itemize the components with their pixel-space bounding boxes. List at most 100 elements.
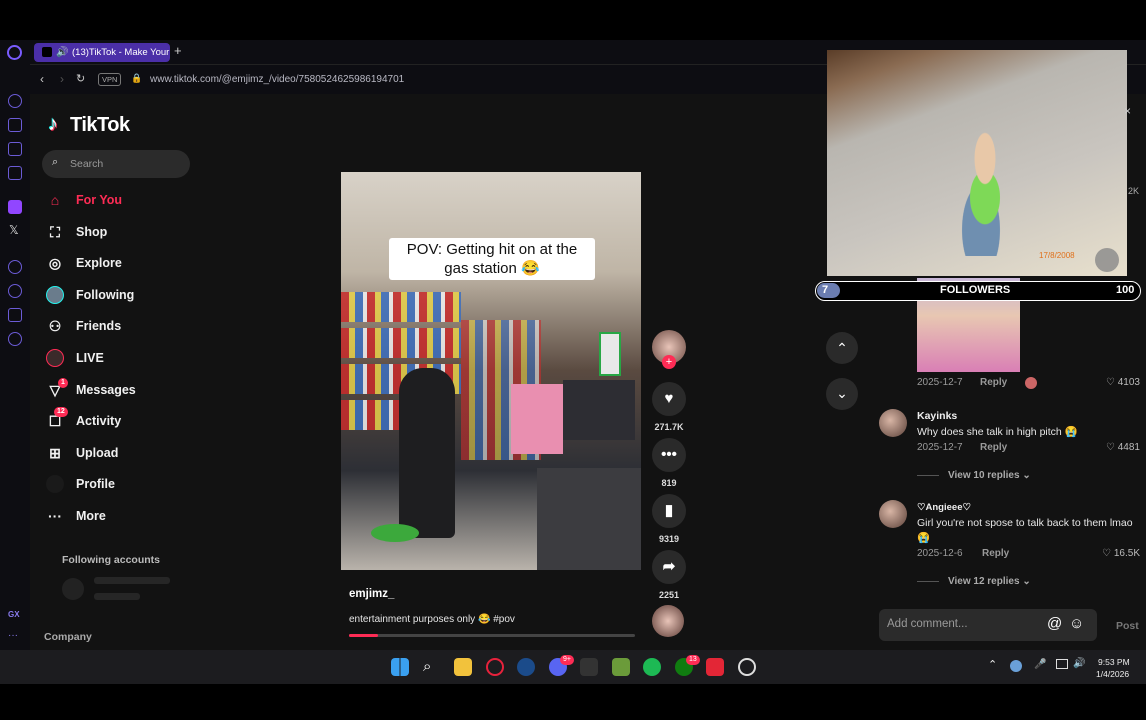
messenger-icon[interactable] — [8, 166, 22, 180]
reply-link[interactable]: Reply — [982, 548, 1009, 559]
vpn-badge[interactable]: VPN — [98, 73, 122, 86]
extensions-icon[interactable] — [8, 308, 22, 322]
nav-label: More — [76, 509, 106, 523]
workspace-icon[interactable] — [8, 118, 22, 132]
clock-time[interactable]: 9:53 PM — [1098, 657, 1130, 667]
tiktok-logo[interactable]: TikTok — [70, 114, 130, 137]
emoji-icon[interactable]: ☺ — [1069, 615, 1084, 632]
x-icon[interactable]: 𝕏 — [9, 223, 19, 237]
view-replies-link[interactable]: View 12 replies ⌄ — [948, 576, 1031, 587]
nav-label: Explore — [76, 256, 122, 270]
company-link[interactable]: Company — [44, 631, 92, 643]
clock-date[interactable]: 1/4/2026 — [1096, 669, 1129, 679]
comment-like-count[interactable]: ♡ 4481 — [1086, 442, 1140, 453]
forward-icon[interactable]: › — [60, 72, 64, 86]
nav-friends[interactable]: ⚇ Friends — [46, 314, 121, 338]
comment-like-count[interactable]: ♡ 16.5K — [1086, 548, 1140, 559]
comment-input[interactable]: Add comment... @ ☺ — [879, 609, 1097, 641]
video-player[interactable]: POV: Getting hit on at the gas station 😂 — [341, 172, 641, 570]
like-action[interactable]: ♥ 271.7K — [650, 382, 688, 432]
history-icon[interactable] — [8, 284, 22, 298]
roblox-icon[interactable] — [706, 658, 724, 676]
more-sidebar-icon[interactable]: ··· — [8, 630, 18, 641]
spotify-icon[interactable] — [643, 658, 661, 676]
reply-link[interactable]: Reply — [980, 442, 1007, 453]
nav-shop[interactable]: ⛶ Shop — [46, 220, 107, 244]
compass-icon: ◎ — [48, 255, 62, 271]
comment-like-count[interactable]: ♡ 4103 — [1086, 377, 1140, 388]
counter — [537, 468, 641, 570]
next-video-button[interactable]: ⌄ — [826, 378, 858, 410]
reload-icon[interactable]: ↻ — [76, 72, 85, 85]
back-icon[interactable]: ‹ — [40, 72, 44, 86]
tray-app-icon[interactable] — [1010, 660, 1022, 672]
save-action[interactable]: ▮ 9319 — [650, 494, 688, 544]
following-accounts-heading: Following accounts — [62, 554, 161, 566]
nav-for-you[interactable]: ⌂ For You — [46, 188, 122, 212]
opera-gx-icon[interactable] — [486, 658, 504, 676]
pinboard-icon[interactable] — [8, 142, 22, 156]
heart-icon[interactable]: ♥ — [652, 382, 686, 416]
mic-icon[interactable]: 🎤 — [1034, 659, 1046, 670]
video-progress-track[interactable] — [349, 634, 635, 637]
share-action[interactable]: ➦ 2251 — [650, 550, 688, 600]
url-field[interactable]: www.tiktok.com/@emjimz_/video/7580524625… — [150, 74, 404, 85]
nav-messages[interactable]: ▽ 1 Messages — [46, 378, 136, 402]
aria-icon[interactable] — [8, 94, 22, 108]
speaker-icon[interactable]: 🔊 — [56, 43, 68, 62]
tab-tiktok[interactable]: 🔊 (13)TikTok - Make Your — [34, 43, 170, 62]
gx-label-icon[interactable]: GX — [8, 610, 20, 619]
settings-gear-icon[interactable] — [8, 332, 22, 346]
loading-line — [94, 577, 170, 584]
share-arrow-icon[interactable]: ➦ — [652, 550, 686, 584]
nav-following[interactable]: Following — [46, 283, 134, 307]
player-icon[interactable] — [8, 260, 22, 274]
person-figure — [399, 368, 455, 538]
previous-video-button[interactable]: ⌃ — [826, 332, 858, 364]
loading-avatar — [62, 578, 84, 600]
nav-live[interactable]: LIVE — [46, 346, 104, 370]
tiktok-logo-icon[interactable]: ♪ — [48, 114, 65, 134]
commenter-avatar[interactable] — [879, 500, 907, 528]
new-tab-button[interactable]: + — [174, 43, 182, 58]
friends-icon: ⚇ — [48, 318, 62, 334]
view-replies-link[interactable]: View 10 replies ⌄ — [948, 470, 1031, 481]
search-input[interactable]: ⌕ Search — [42, 150, 190, 178]
bookmark-icon[interactable]: ▮ — [652, 494, 686, 528]
epic-games-icon[interactable] — [580, 658, 598, 676]
chevron-up-icon[interactable]: ⌃ — [988, 658, 997, 671]
file-explorer-icon[interactable] — [454, 658, 472, 676]
divider-line — [917, 581, 939, 582]
nav-activity[interactable]: ☐ 12 Activity — [46, 407, 121, 433]
windows-start-icon[interactable] — [391, 658, 409, 676]
commenter-name[interactable]: Kayinks — [917, 410, 957, 422]
nav-label: For You — [76, 193, 123, 207]
nav-profile[interactable]: Profile — [46, 472, 115, 496]
followers-label: FOLLOWERS — [940, 284, 1011, 296]
twitch-icon[interactable] — [8, 200, 22, 214]
minecraft-icon[interactable] — [612, 658, 630, 676]
steam-icon[interactable] — [517, 658, 535, 676]
close-overlay-icon[interactable]: × — [1124, 104, 1131, 118]
search-icon[interactable]: ⌕ — [423, 658, 441, 676]
lens-icon[interactable] — [1095, 248, 1119, 272]
opera-logo-icon[interactable] — [7, 45, 22, 60]
app-icon[interactable] — [738, 658, 756, 676]
mention-at-icon[interactable]: @ — [1047, 615, 1062, 632]
comment-action[interactable]: ••• 819 — [650, 438, 688, 488]
commenter-name[interactable]: ♡Angieee♡ — [917, 502, 971, 513]
video-username[interactable]: emjimz_ — [349, 588, 394, 600]
volume-icon[interactable]: 🔊 — [1073, 658, 1085, 669]
nav-upload[interactable]: ⊞ Upload — [46, 441, 118, 465]
sound-disc-avatar[interactable] — [652, 605, 684, 637]
post-button[interactable]: Post — [1116, 620, 1139, 632]
display-icon[interactable] — [1056, 659, 1068, 669]
nav-more[interactable]: ··· More — [46, 504, 106, 528]
video-description: entertainment purposes only 😂 #pov — [349, 614, 515, 625]
reply-link[interactable]: Reply — [980, 377, 1007, 388]
nav-explore[interactable]: ◎ Explore — [46, 251, 122, 275]
comment-bubble-icon[interactable]: ••• — [652, 438, 686, 472]
commenter-avatar[interactable] — [879, 409, 907, 437]
like-count: 271.7K — [654, 422, 684, 432]
follow-plus-icon[interactable]: + — [662, 355, 676, 369]
